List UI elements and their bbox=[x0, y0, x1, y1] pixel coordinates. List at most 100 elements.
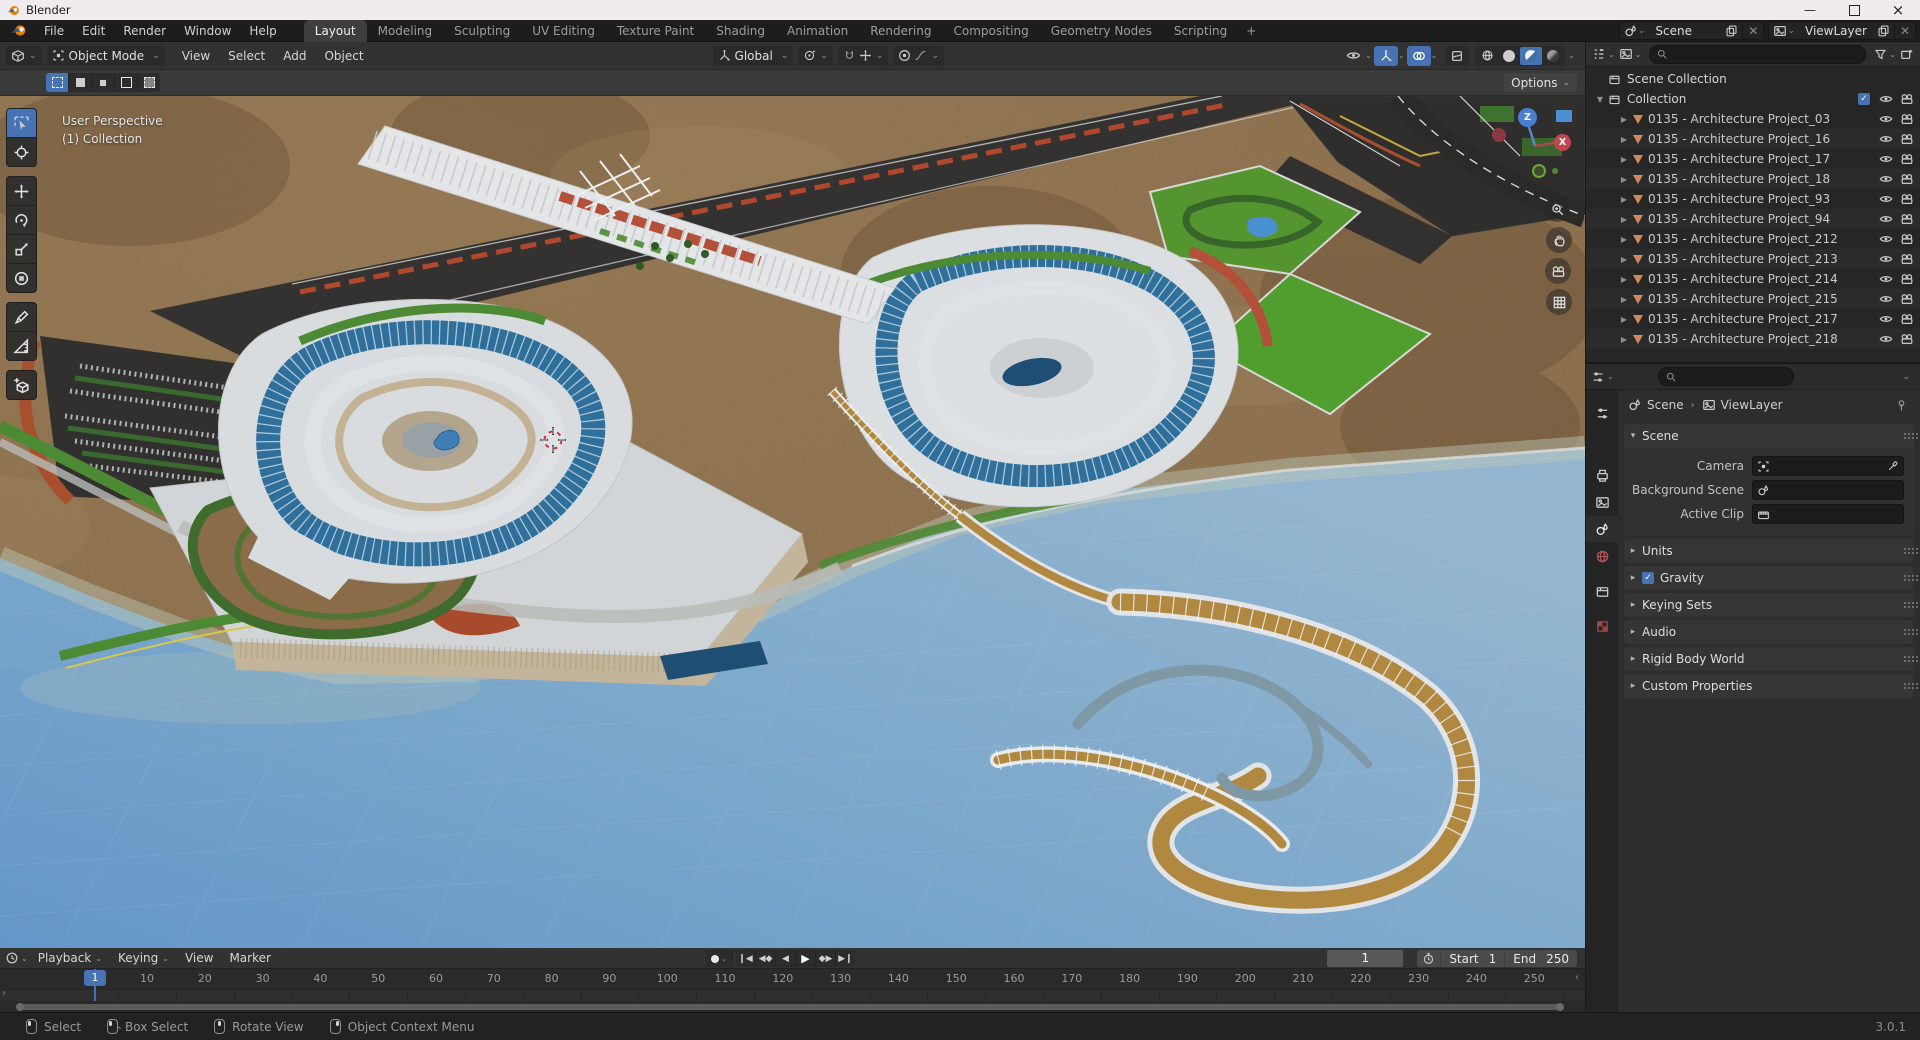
proportional-edit-button[interactable]: ⌄ bbox=[893, 45, 944, 66]
remove-viewlayer-button[interactable]: ✕ bbox=[1893, 23, 1915, 38]
collapsed-panel[interactable]: ▸ Units bbox=[1624, 539, 1914, 563]
transform-orientation[interactable]: Global ⌄ bbox=[712, 45, 794, 66]
tool-button[interactable] bbox=[6, 331, 37, 361]
timeline-menu-item[interactable]: View bbox=[177, 951, 221, 965]
gizmo-axis-x-neg[interactable] bbox=[1492, 128, 1506, 142]
property-field[interactable] bbox=[1752, 504, 1904, 524]
scrollbar-thumb[interactable] bbox=[16, 1003, 1564, 1011]
select-set-button[interactable] bbox=[46, 73, 69, 92]
viewport-menu-item[interactable]: Add bbox=[274, 49, 315, 63]
render-visibility-icon[interactable] bbox=[1900, 312, 1914, 326]
expand-icon[interactable]: ▶ bbox=[1618, 155, 1630, 164]
collapsed-panel[interactable]: ▸ ✓ Gravity bbox=[1624, 566, 1914, 590]
new-collection-button[interactable] bbox=[1900, 47, 1914, 61]
ortho-toggle-button[interactable] bbox=[1546, 289, 1572, 315]
tool-button[interactable] bbox=[6, 234, 37, 263]
filter-button[interactable]: ⌄ bbox=[1874, 48, 1896, 61]
shading-wireframe-button[interactable] bbox=[1476, 47, 1498, 65]
end-frame-field[interactable]: End 250 bbox=[1504, 950, 1577, 967]
outliner-object-row[interactable]: ▶ 0135 - Architecture Project_217 bbox=[1586, 309, 1920, 329]
scene-name[interactable]: Scene bbox=[1649, 24, 1721, 38]
panel-grip[interactable] bbox=[1904, 629, 1906, 631]
expand-icon[interactable]: ▶ bbox=[1618, 215, 1630, 224]
editor-type-button[interactable]: ⌄ bbox=[1591, 370, 1614, 384]
tab-collection[interactable] bbox=[1586, 578, 1618, 604]
hide-eye-icon[interactable] bbox=[1879, 212, 1893, 226]
panel-checkbox[interactable]: ✓ bbox=[1642, 572, 1654, 584]
hide-eye-icon[interactable] bbox=[1879, 312, 1893, 326]
tab-render[interactable] bbox=[1586, 435, 1618, 461]
hide-eye-icon[interactable] bbox=[1879, 232, 1893, 246]
workspace-tab[interactable]: Animation bbox=[776, 20, 859, 42]
render-visibility-icon[interactable] bbox=[1900, 192, 1914, 206]
hide-eye-icon[interactable] bbox=[1879, 172, 1893, 186]
jump-to-start-button[interactable]: ❙◀ bbox=[736, 950, 756, 967]
expand-icon[interactable]: ▶ bbox=[1618, 135, 1630, 144]
shading-rendered-button[interactable] bbox=[1542, 47, 1564, 65]
panel-grip[interactable] bbox=[1904, 602, 1906, 604]
minimize-button[interactable]: — bbox=[1788, 0, 1832, 20]
current-frame-field[interactable]: 1 bbox=[1327, 950, 1404, 967]
viewlayer-name[interactable]: ViewLayer bbox=[1799, 24, 1873, 38]
timeline-ruler[interactable]: 10 20 30 40 50 60 70 80 90 100 110 120 130 140 150 160 1… bbox=[0, 969, 1585, 989]
breadcrumb-viewlayer[interactable]: ViewLayer bbox=[1721, 398, 1783, 412]
outliner-collection[interactable]: ▼ Collection ✓ bbox=[1586, 89, 1920, 109]
workspace-tab[interactable]: UV Editing bbox=[521, 20, 606, 42]
timeline-scrollbar[interactable] bbox=[0, 1002, 1585, 1012]
hide-eye-icon[interactable] bbox=[1879, 152, 1893, 166]
close-button[interactable]: × bbox=[1876, 0, 1920, 20]
snap-button[interactable]: ⌄ bbox=[837, 45, 889, 66]
render-visibility-icon[interactable] bbox=[1900, 112, 1914, 126]
hide-eye-icon[interactable] bbox=[1879, 192, 1893, 206]
expand-icon[interactable]: ▶ bbox=[1618, 235, 1630, 244]
panel-grip[interactable] bbox=[1904, 575, 1906, 577]
mode-selector[interactable]: Object Mode ⌄ bbox=[46, 45, 165, 66]
select-extend-button[interactable] bbox=[69, 73, 92, 92]
timeline-menu-item[interactable]: Keying ⌄ bbox=[110, 951, 177, 965]
collection-checkbox[interactable]: ✓ bbox=[1858, 93, 1870, 105]
expand-icon[interactable]: ▶ bbox=[1618, 295, 1630, 304]
select-invert-button[interactable] bbox=[115, 73, 138, 92]
timeline-menu-item[interactable]: Playback ⌄ bbox=[30, 951, 110, 965]
workspace-tab[interactable]: Sculpting bbox=[443, 20, 521, 42]
tab-viewlayer[interactable] bbox=[1586, 489, 1618, 515]
tool-button[interactable] bbox=[6, 263, 37, 293]
blender-menu-icon[interactable] bbox=[10, 23, 27, 38]
new-viewlayer-button[interactable] bbox=[1873, 22, 1894, 39]
menu-item[interactable]: Edit bbox=[73, 20, 114, 42]
hide-eye-icon[interactable] bbox=[1879, 272, 1893, 286]
viewport-menu-item[interactable]: Select bbox=[219, 49, 274, 63]
viewlayer-selector[interactable]: ⌄ ViewLayer ✕ bbox=[1768, 21, 1916, 40]
auto-keying-button[interactable]: ⌄ bbox=[706, 950, 733, 967]
editor-type-button[interactable]: ⌄ bbox=[1592, 47, 1615, 61]
render-visibility-icon[interactable] bbox=[1900, 172, 1914, 186]
property-field[interactable] bbox=[1752, 480, 1904, 500]
timeline-frames-strip[interactable] bbox=[0, 989, 1585, 1002]
hide-eye-icon[interactable] bbox=[1879, 332, 1893, 346]
workspace-tab[interactable]: Geometry Nodes bbox=[1040, 20, 1163, 42]
hide-eye-icon[interactable] bbox=[1879, 112, 1893, 126]
outliner-object-row[interactable]: ▶ 0135 - Architecture Project_215 bbox=[1586, 289, 1920, 309]
render-visibility-icon[interactable] bbox=[1900, 232, 1914, 246]
prev-keyframe-button[interactable]: ◀◆ bbox=[756, 950, 776, 967]
breadcrumb-scene[interactable]: Scene bbox=[1647, 398, 1684, 412]
workspace-tab[interactable]: Layout bbox=[303, 19, 367, 42]
properties-search-input[interactable] bbox=[1657, 367, 1794, 386]
expand-icon[interactable]: ▶ bbox=[1618, 175, 1630, 184]
next-keyframe-button[interactable]: ◆▶ bbox=[816, 950, 836, 967]
navigation-gizmo[interactable]: Z X bbox=[1482, 102, 1582, 192]
menu-item[interactable]: Window bbox=[175, 20, 240, 42]
render-visibility-icon[interactable] bbox=[1900, 292, 1914, 306]
collapsed-panel[interactable]: ▸ Rigid Body World bbox=[1624, 647, 1914, 671]
tool-button[interactable] bbox=[6, 176, 37, 205]
display-mode-button[interactable]: ⌄ bbox=[1619, 47, 1641, 61]
jump-to-end-button[interactable]: ▶❙ bbox=[836, 950, 855, 967]
pivot-point-button[interactable]: ⌄ bbox=[798, 45, 833, 66]
workspace-tab[interactable]: Rendering bbox=[859, 20, 942, 42]
tab-world[interactable] bbox=[1586, 543, 1618, 569]
outliner-object-row[interactable]: ▶ 0135 - Architecture Project_218 bbox=[1586, 329, 1920, 349]
show-overlays-button[interactable] bbox=[1406, 45, 1431, 66]
menu-item[interactable]: File bbox=[35, 20, 73, 42]
playhead-frame-badge[interactable]: 1 bbox=[84, 970, 106, 986]
outliner-object-row[interactable]: ▶ 0135 - Architecture Project_93 bbox=[1586, 189, 1920, 209]
